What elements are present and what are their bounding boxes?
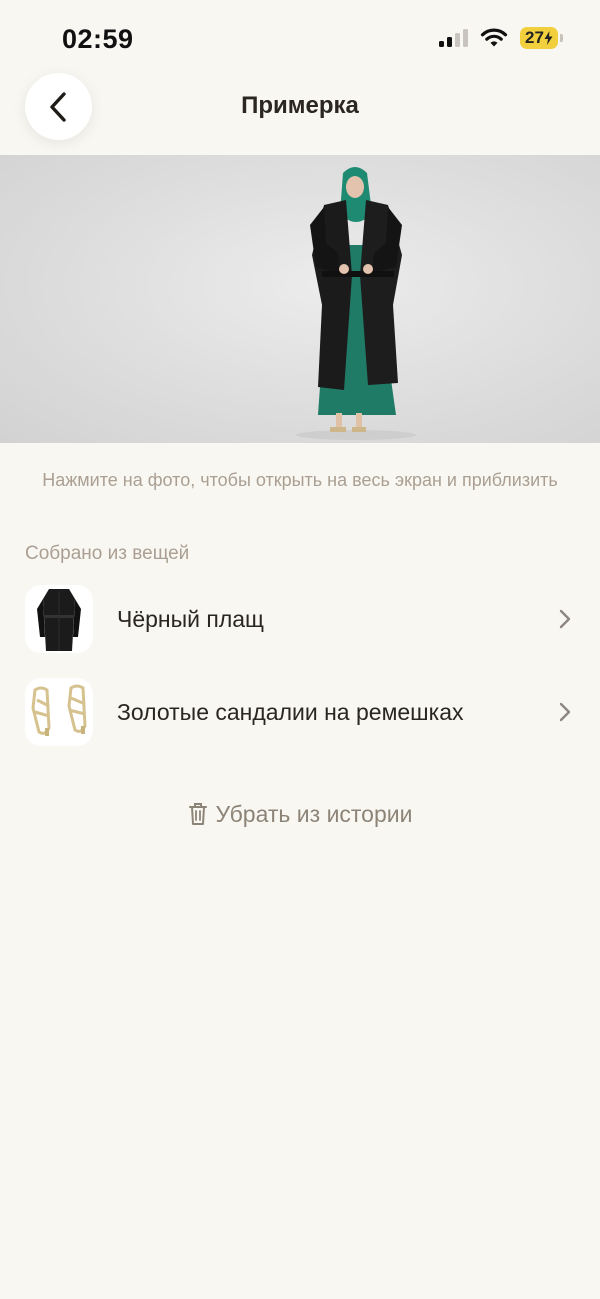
gold-sandals-thumbnail <box>25 678 93 746</box>
status-bar: 02:59 27 <box>0 0 600 72</box>
photo-hint: Нажмите на фото, чтобы открыть на весь э… <box>42 470 558 490</box>
item-row-black-coat[interactable]: Чёрный плащ <box>25 584 575 654</box>
chevron-right-icon <box>559 702 571 722</box>
remove-button-label: Убрать из истории <box>215 800 413 827</box>
item-name: Чёрный плащ <box>117 605 264 632</box>
battery-level: 27 <box>525 28 544 47</box>
items-section-title: Собрано из вещей <box>25 543 190 564</box>
model-figure <box>296 167 416 440</box>
item-row-gold-sandals[interactable]: Золотые сандалии на ремешках <box>25 677 575 747</box>
trash-icon <box>188 803 207 825</box>
wifi-icon <box>480 28 508 47</box>
page-title: Примерка <box>241 92 359 119</box>
chevron-right-icon <box>559 609 571 629</box>
black-coat-thumbnail <box>25 585 93 653</box>
remove-from-history-button[interactable]: Убрать из истории <box>0 796 600 832</box>
tryon-photo[interactable] <box>0 155 600 443</box>
item-name: Золотые сандалии на ремешках <box>117 698 464 725</box>
bolt-icon <box>544 31 553 45</box>
signal-icon <box>439 29 468 47</box>
status-time: 02:59 <box>62 24 134 54</box>
status-icons: 27 <box>438 27 563 49</box>
battery-charging-icon: 27 <box>520 27 563 49</box>
